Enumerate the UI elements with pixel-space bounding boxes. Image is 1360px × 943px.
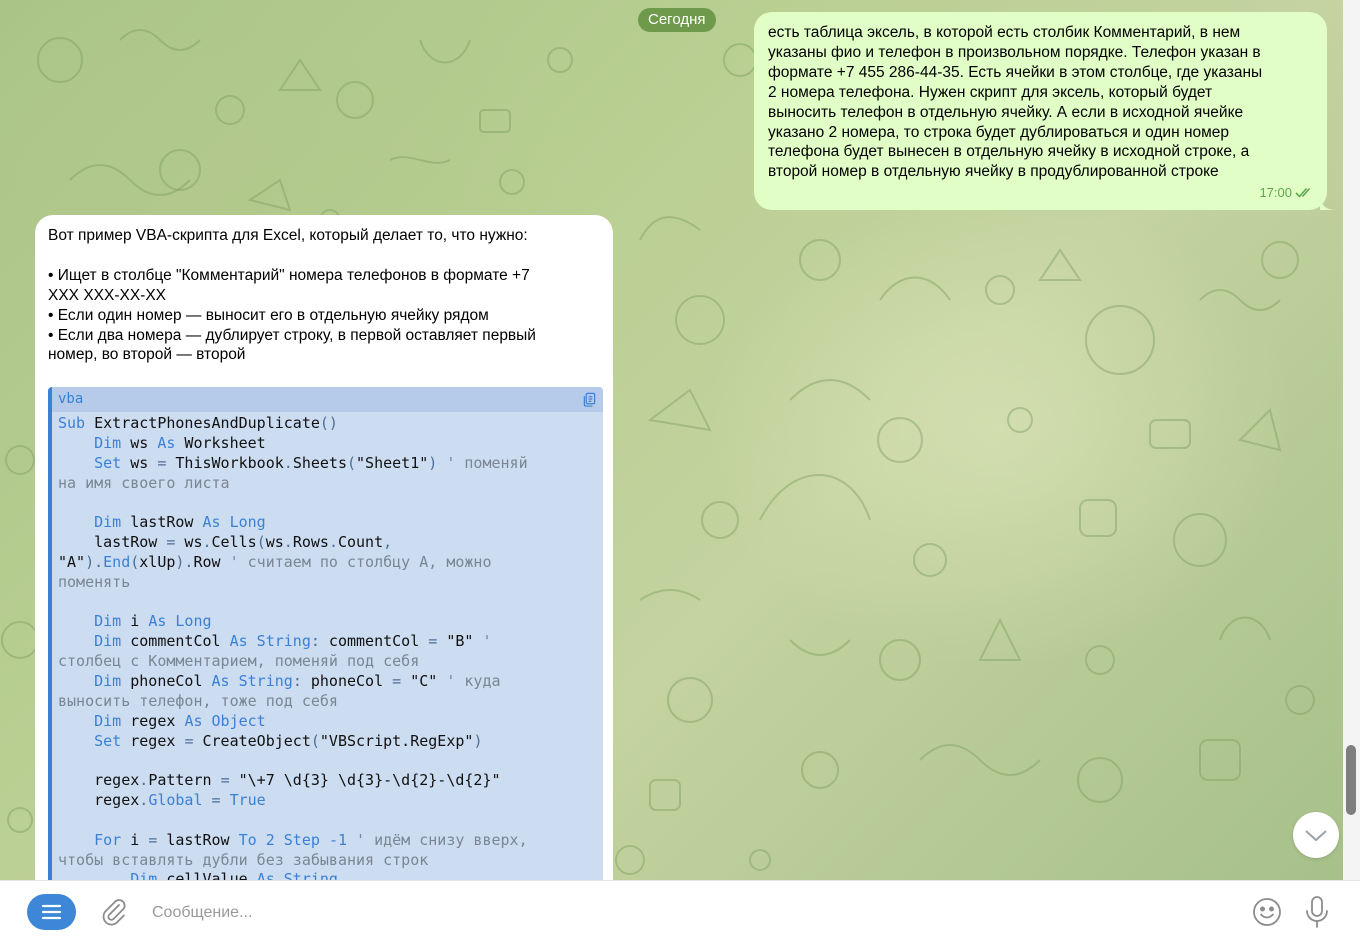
incoming-message[interactable]: Вот пример VBA-скрипта для Excel, которы…: [35, 215, 613, 880]
menu-icon: [41, 904, 62, 920]
scrollbar-thumb[interactable]: [1346, 745, 1356, 815]
menu-button[interactable]: [27, 894, 76, 930]
double-check-icon: [1295, 187, 1311, 198]
paperclip-icon[interactable]: [99, 897, 129, 927]
chevron-down-icon: [1305, 830, 1327, 842]
microphone-icon[interactable]: [1303, 894, 1331, 930]
bubble-tail: [1320, 194, 1336, 210]
chat-area: Сегодня есть таблица эксель, в которой е…: [0, 0, 1343, 880]
code-block-header: vba: [52, 387, 603, 412]
message-meta: 17:00: [1259, 185, 1313, 200]
code-content: Sub ExtractPhonesAndDuplicate() Dim ws A…: [58, 414, 528, 880]
date-separator: Сегодня: [638, 8, 716, 32]
copy-icon[interactable]: [582, 392, 597, 407]
outgoing-message-text: есть таблица эксель, в которой есть стол…: [768, 24, 1263, 181]
code-language-label: vba: [58, 391, 84, 407]
code-block[interactable]: vba Sub ExtractPhonesAndDuplicate() Dim …: [48, 387, 603, 880]
emoji-icon[interactable]: [1251, 896, 1283, 928]
message-time: 17:00: [1259, 185, 1292, 200]
message-input[interactable]: [150, 897, 1234, 929]
incoming-message-text: Вот пример VBA-скрипта для Excel, которы…: [48, 227, 536, 364]
message-composer: [0, 880, 1360, 943]
outgoing-message[interactable]: есть таблица эксель, в которой есть стол…: [754, 12, 1336, 210]
scroll-down-button[interactable]: [1293, 812, 1339, 858]
